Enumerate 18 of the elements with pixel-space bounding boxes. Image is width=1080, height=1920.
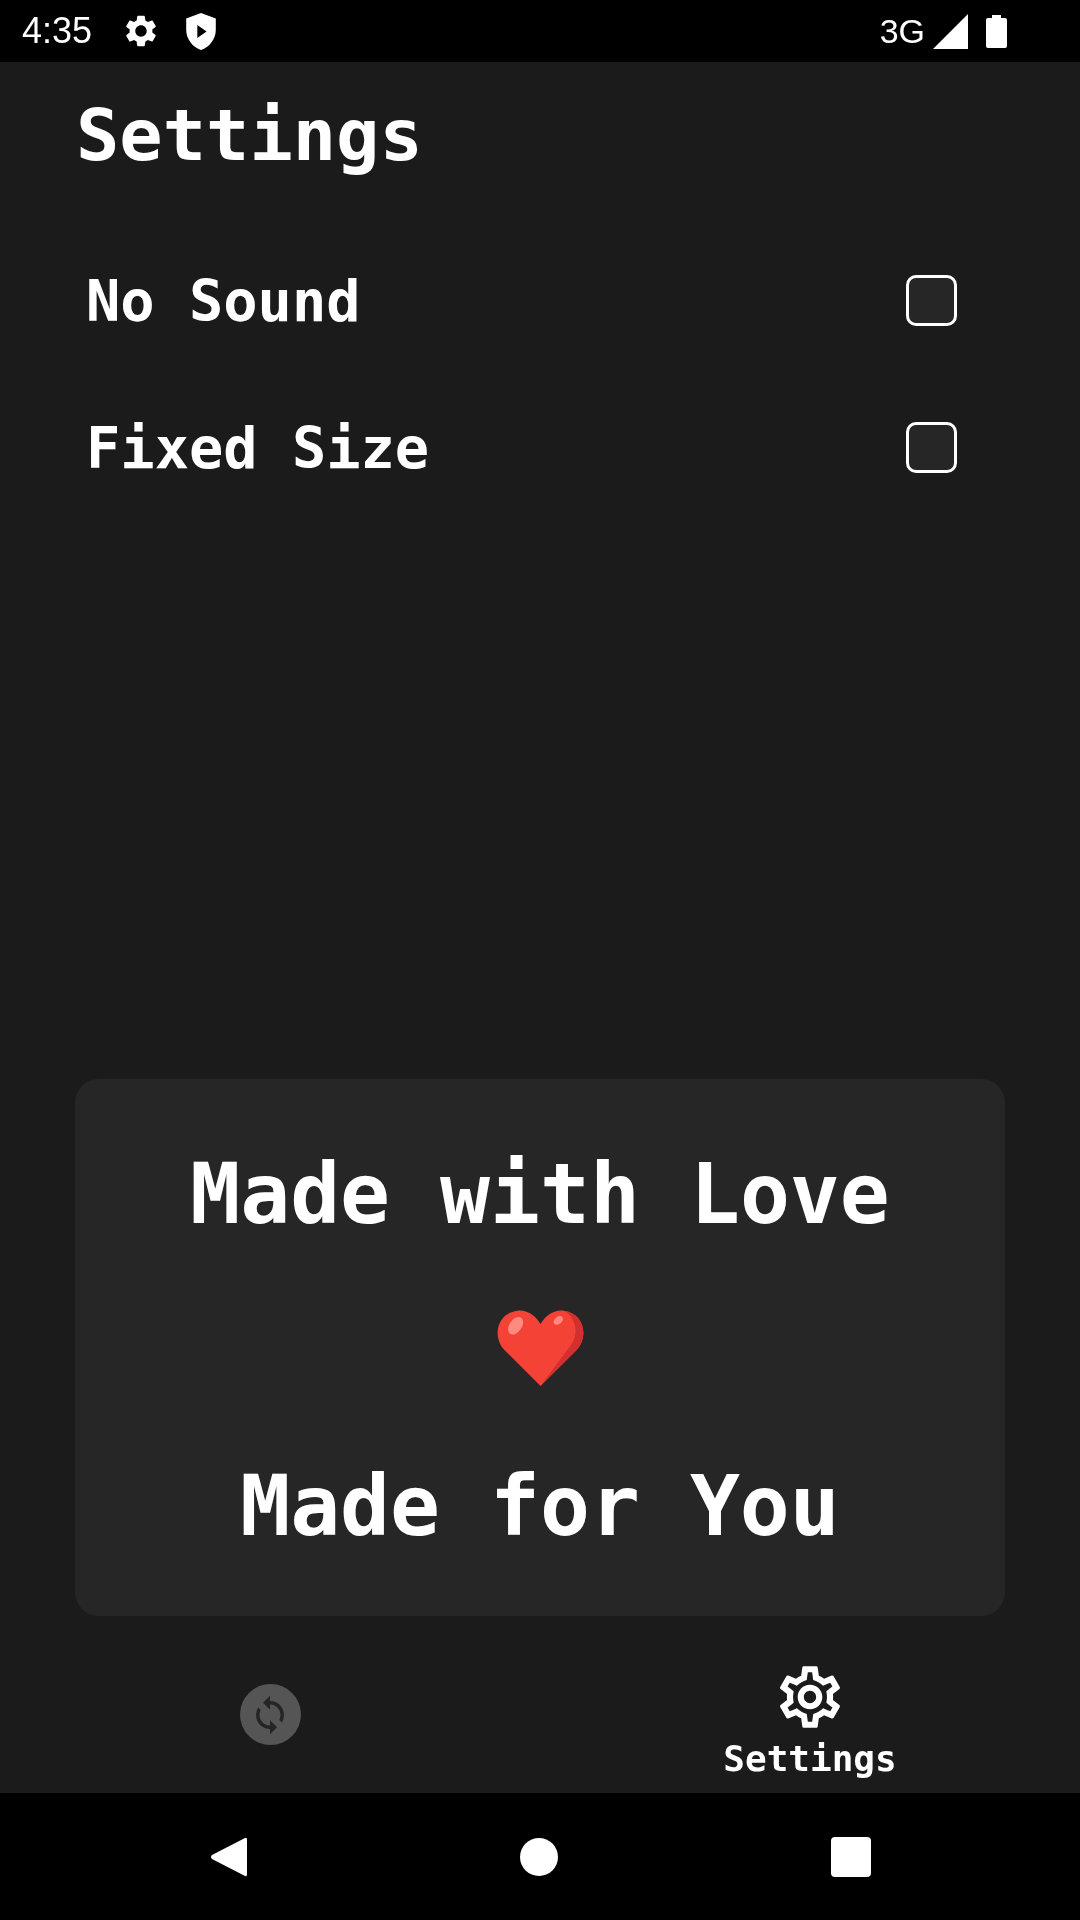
settings-tab[interactable]: Settings <box>723 1664 897 1781</box>
heart-icon <box>495 1308 585 1388</box>
setting-label: Fixed Size <box>86 413 430 483</box>
checkbox[interactable] <box>906 275 957 327</box>
page-title: Settings <box>76 92 423 179</box>
settings-icon <box>778 1664 842 1729</box>
recents-icon[interactable] <box>830 1836 871 1877</box>
card-subheading: Made for You <box>240 1457 840 1557</box>
network-type: 3G <box>879 14 925 48</box>
home-icon[interactable] <box>519 1837 558 1876</box>
status-time: 4:35 <box>22 13 93 49</box>
checkbox[interactable] <box>906 422 957 474</box>
card-heading: Made with Love <box>190 1144 890 1245</box>
shield-icon <box>186 12 217 50</box>
signal-icon <box>933 13 968 49</box>
back-icon[interactable] <box>209 1835 247 1878</box>
setting-label: No Sound <box>86 266 361 336</box>
battery-icon <box>986 14 1007 48</box>
